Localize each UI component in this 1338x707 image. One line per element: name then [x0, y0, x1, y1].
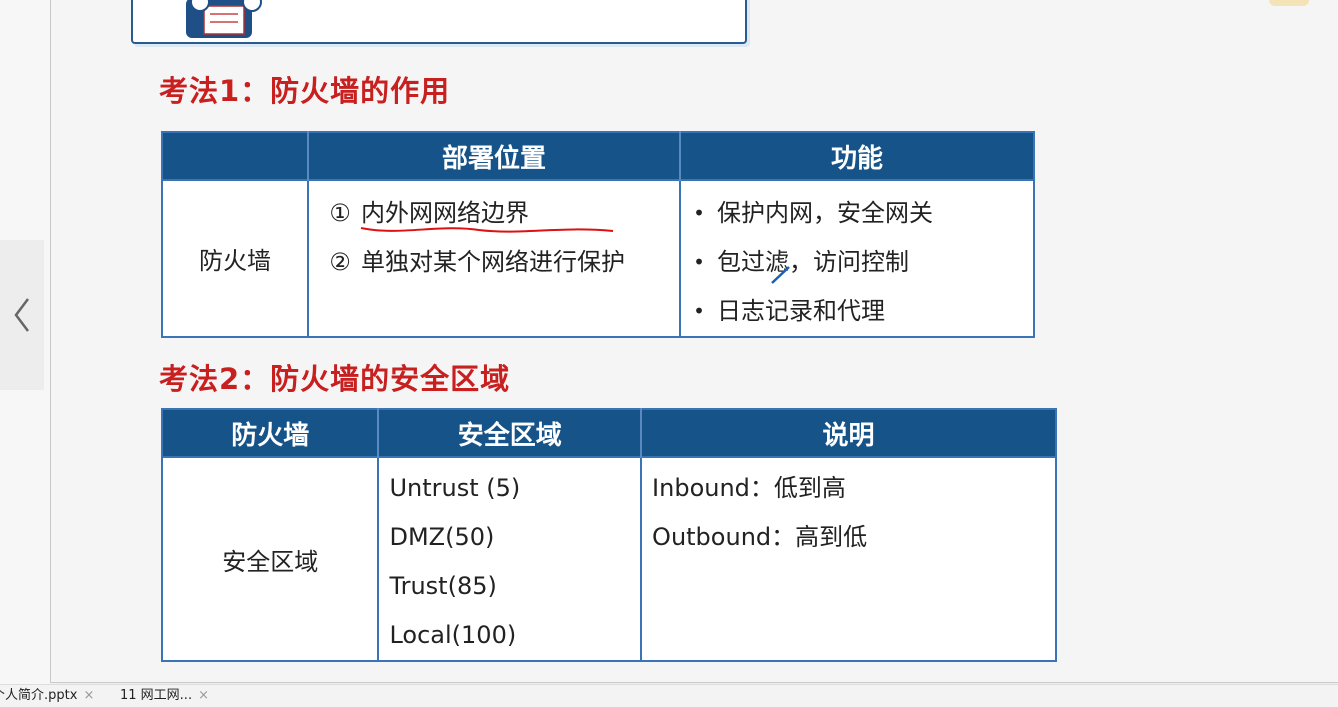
notes-cell: Inbound：低到高 Outbound：高到低 — [640, 456, 1057, 662]
close-icon[interactable]: × — [198, 688, 209, 703]
previous-slide-button[interactable] — [0, 240, 44, 390]
row-label-security-zone: 安全区域 — [160, 456, 380, 662]
list-item: • 包过滤，访问控制 — [681, 238, 1033, 287]
corner-decoration — [1269, 0, 1309, 6]
list-text: 包过滤，访问控制 — [717, 248, 909, 276]
section1-title: 考法1：防火墙的作用 — [159, 74, 451, 108]
note-item: Inbound：低到高 — [652, 474, 846, 502]
list-text: 保护内网，安全网关 — [717, 199, 933, 227]
list-item: • 保护内网，安全网关 — [681, 189, 1033, 238]
tab-label: 11 网工网... — [120, 688, 193, 703]
pen-cursor-icon — [771, 266, 790, 284]
list-text: 日志记录和代理 — [717, 297, 885, 325]
note-item: Outbound：高到低 — [652, 523, 868, 551]
chevron-left-icon — [14, 298, 29, 332]
taskbar-tab-1[interactable]: 个人简介.pptx × — [0, 685, 94, 707]
header-description: 说明 — [641, 409, 1056, 457]
mascot-illustration — [186, 0, 262, 38]
section2-title: 考法2：防火墙的安全区域 — [159, 362, 511, 396]
list-number: ② — [329, 248, 351, 276]
list-text: 单独对某个网络进行保护 — [361, 248, 625, 276]
function-cell: • 保护内网，安全网关 • 包过滤，访问控制 • 日志记录和代理 — [679, 179, 1035, 338]
header-firewall: 防火墙 — [162, 409, 380, 457]
tab-label: 个人简介.pptx — [0, 688, 78, 703]
taskbar-tab-2[interactable]: 11 网工网... × — [120, 685, 209, 707]
header-function: 功能 — [680, 132, 1034, 180]
slide-canvas: 考法1：防火墙的作用 部署位置 功能 防火墙 ① 内外网网络边界 ② 单独对某个网络… — [50, 0, 1338, 683]
security-zone-table: 防火墙 安全区域 说明 安全区域 Untrust (5) DMZ(50) Tru… — [160, 408, 1057, 662]
zone-item: Trust(85) — [389, 572, 497, 600]
red-underline-annotation — [360, 227, 614, 233]
row-label-firewall: 防火墙 — [161, 179, 309, 338]
deployment-cell: ① 内外网网络边界 ② 单独对某个网络进行保护 — [307, 179, 681, 338]
zone-item: Local(100) — [389, 621, 517, 649]
list-item: • 日志记录和代理 — [681, 287, 1033, 336]
close-icon[interactable]: × — [83, 688, 94, 703]
taskbar: 个人简介.pptx × 11 网工网... × — [0, 684, 1338, 707]
bullet: • — [693, 299, 705, 323]
zone-item: Untrust (5) — [389, 474, 521, 502]
list-number: ① — [329, 199, 351, 227]
zones-cell: Untrust (5) DMZ(50) Trust(85) Local(100) — [377, 456, 643, 662]
zone-item: DMZ(50) — [389, 523, 495, 551]
bullet: • — [693, 250, 705, 274]
header-deployment: 部署位置 — [308, 132, 681, 180]
header-security-zone: 安全区域 — [378, 409, 643, 457]
list-item: ② 单独对某个网络进行保护 — [309, 238, 679, 287]
bullet: • — [693, 201, 705, 225]
header-empty — [162, 132, 309, 180]
